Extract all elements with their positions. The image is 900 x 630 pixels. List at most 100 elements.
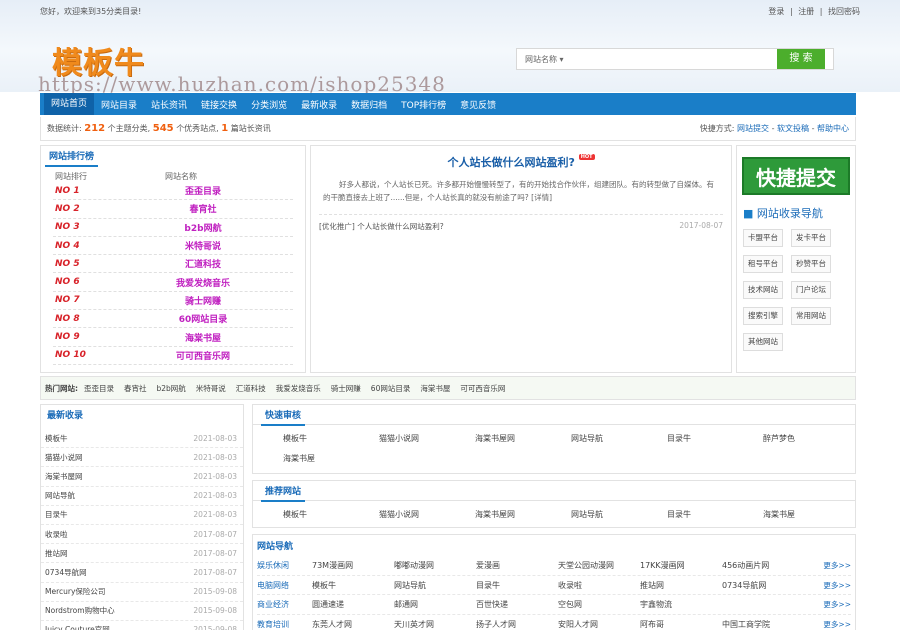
directory-site-link[interactable]: 宇鑫物流 [640, 599, 722, 610]
hot-site-link[interactable]: 我爱发烧音乐 [276, 383, 321, 394]
ranked-site-link[interactable]: 骑士网赚 [163, 294, 243, 307]
directory-site-link[interactable]: 模板牛 [312, 580, 394, 591]
directory-site-link[interactable]: 0734导航网 [722, 580, 804, 591]
directory-site-link[interactable]: 天堂公园动漫网 [558, 560, 640, 571]
latest-site-link[interactable]: 0734导航网 [45, 567, 87, 578]
hot-site-link[interactable]: 汇道科技 [236, 383, 266, 394]
hot-site-link[interactable]: 60网站目录 [371, 383, 411, 394]
latest-site-link[interactable]: 收录啦 [45, 529, 68, 540]
hot-site-link[interactable]: 可可西音乐网 [460, 383, 505, 394]
latest-site-link[interactable]: 推站网 [45, 548, 68, 559]
ranked-site-link[interactable]: 60网站目录 [163, 312, 243, 325]
category-button[interactable]: 租号平台 [743, 255, 783, 273]
ranked-site-link[interactable]: 可可西音乐网 [163, 349, 243, 362]
recommended-site-link[interactable]: 模板牛 [271, 505, 367, 525]
search-type-select[interactable]: 网站名称 ▾ [517, 49, 777, 69]
directory-site-link[interactable]: 空包网 [558, 599, 640, 610]
search-button[interactable]: 搜 索 [777, 49, 825, 69]
directory-site-link[interactable]: 阿布哥 [640, 619, 722, 630]
nav-link-exchange[interactable]: 链接交换 [194, 98, 244, 111]
article-headline[interactable]: 个人站长做什么网站盈利? HOT [311, 154, 731, 170]
nav-top[interactable]: TOP排行榜 [394, 98, 453, 111]
nav-categories[interactable]: 分类浏览 [244, 98, 294, 111]
hot-site-link[interactable]: 米特哥说 [196, 383, 226, 394]
login-link[interactable]: 登录 [768, 7, 784, 16]
audit-site-link[interactable]: 海棠书屋网 [463, 429, 559, 449]
category-button[interactable]: 发卡平台 [791, 229, 831, 247]
recover-password-link[interactable]: 找回密码 [828, 7, 860, 16]
directory-site-link[interactable]: 天川英才网 [394, 619, 476, 630]
category-button[interactable]: 卡盟平台 [743, 229, 783, 247]
directory-site-link[interactable]: 网站导航 [394, 580, 476, 591]
nav-news[interactable]: 站长资讯 [144, 98, 194, 111]
ranked-site-link[interactable]: 汇道科技 [163, 257, 243, 270]
ranked-site-link[interactable]: 我爱发烧音乐 [163, 276, 243, 289]
directory-site-link[interactable]: 456动画片网 [722, 560, 804, 571]
latest-site-link[interactable]: Juicy Couture官网 [45, 624, 110, 630]
recommended-site-link[interactable]: 网站导航 [559, 505, 655, 525]
ranked-site-link[interactable]: b2b网航 [163, 221, 243, 234]
quick-submit-link[interactable]: 网站提交 [737, 124, 769, 133]
directory-site-link[interactable]: 推站网 [640, 580, 722, 591]
ranked-site-link[interactable]: 春宵社 [163, 202, 243, 215]
more-link[interactable]: 更多>> [823, 619, 851, 630]
more-link[interactable]: 更多>> [823, 599, 851, 610]
ranked-site-link[interactable]: 米特哥说 [163, 239, 243, 252]
latest-site-link[interactable]: 海棠书屋网 [45, 471, 83, 482]
quick-help-link[interactable]: 帮助中心 [817, 124, 849, 133]
audit-site-link[interactable]: 目录牛 [655, 429, 751, 449]
hot-site-link[interactable]: 海棠书屋 [420, 383, 450, 394]
hot-site-link[interactable]: 春宵社 [124, 383, 147, 394]
article-title-text[interactable]: 个人站长做什么网站盈利? [447, 156, 574, 169]
article-list-item[interactable]: [优化推广] 个人站长做什么网站盈利? 2017-08-07 [319, 214, 723, 232]
latest-site-link[interactable]: 网站导航 [45, 490, 75, 501]
directory-category-link[interactable]: 教育培训 [257, 619, 312, 630]
audit-site-link[interactable]: 网站导航 [559, 429, 655, 449]
recommended-site-link[interactable]: 猫猫小说网 [367, 505, 463, 525]
category-button[interactable]: 技术网站 [743, 281, 783, 299]
audit-site-link[interactable]: 猫猫小说网 [367, 429, 463, 449]
ranked-site-link[interactable]: 海棠书屋 [163, 331, 243, 344]
audit-site-link[interactable]: 醉芦梦色 [751, 429, 847, 449]
directory-site-link[interactable]: 目录牛 [476, 580, 558, 591]
nav-home[interactable]: 网站首页 [44, 93, 95, 115]
latest-site-link[interactable]: 目录牛 [45, 509, 68, 520]
audit-site-link[interactable]: 海棠书屋 [271, 449, 367, 469]
directory-site-link[interactable]: 百世快递 [476, 599, 558, 610]
nav-latest[interactable]: 最新收录 [294, 98, 344, 111]
latest-site-link[interactable]: 模板牛 [45, 433, 68, 444]
category-button[interactable]: 搜索引擎 [743, 307, 783, 325]
directory-site-link[interactable]: 73M漫画网 [312, 560, 394, 571]
directory-site-link[interactable]: 东莞人才网 [312, 619, 394, 630]
directory-site-link[interactable]: 17KK漫画网 [640, 560, 722, 571]
category-button[interactable]: 秒赞平台 [791, 255, 831, 273]
directory-site-link[interactable]: 收录啦 [558, 580, 640, 591]
directory-site-link[interactable]: 扬子人才网 [476, 619, 558, 630]
category-button[interactable]: 其他网站 [743, 333, 783, 351]
more-link[interactable]: 更多>> [823, 560, 851, 571]
hot-site-link[interactable]: b2b网航 [157, 383, 186, 394]
nav-archive[interactable]: 数据归档 [344, 98, 394, 111]
register-link[interactable]: 注册 [798, 7, 814, 16]
article-link[interactable]: [优化推广] 个人站长做什么网站盈利? [319, 221, 444, 232]
latest-site-link[interactable]: 猫猫小说网 [45, 452, 83, 463]
latest-site-link[interactable]: Nordstrom购物中心 [45, 605, 115, 616]
quick-article-link[interactable]: 软文投稿 [777, 124, 809, 133]
latest-site-link[interactable]: Mercury保险公司 [45, 586, 105, 597]
directory-site-link[interactable]: 中国工商学院 [722, 619, 804, 630]
hot-site-link[interactable]: 歪歪目录 [84, 383, 114, 394]
quick-submit-banner[interactable]: 快捷提交 [742, 157, 850, 195]
recommended-site-link[interactable]: 海棠书屋 [751, 505, 847, 525]
recommended-site-link[interactable]: 目录牛 [655, 505, 751, 525]
directory-category-link[interactable]: 电脑网络 [257, 580, 312, 591]
ranked-site-link[interactable]: 歪歪目录 [163, 184, 243, 197]
audit-site-link[interactable]: 模板牛 [271, 429, 367, 449]
nav-feedback[interactable]: 意见反馈 [453, 98, 503, 111]
directory-category-link[interactable]: 娱乐休闲 [257, 560, 312, 571]
directory-category-link[interactable]: 商业经济 [257, 599, 312, 610]
category-button[interactable]: 常用网站 [791, 307, 831, 325]
recommended-site-link[interactable]: 海棠书屋网 [463, 505, 559, 525]
directory-site-link[interactable]: 邮通网 [394, 599, 476, 610]
nav-directory[interactable]: 网站目录 [94, 98, 144, 111]
directory-site-link[interactable]: 圆通速递 [312, 599, 394, 610]
